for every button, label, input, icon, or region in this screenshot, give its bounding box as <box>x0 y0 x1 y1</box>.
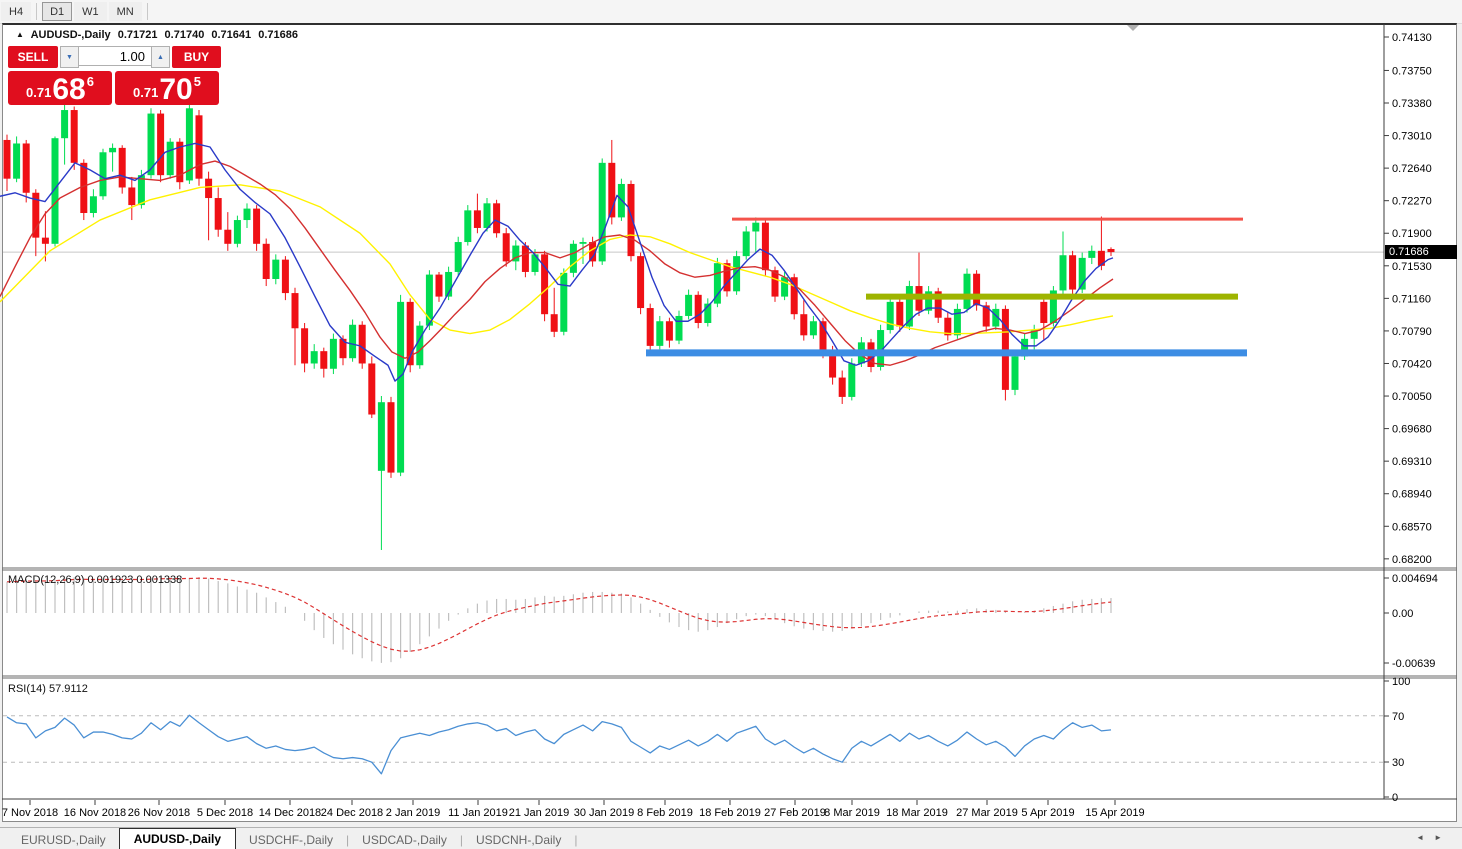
bid-price-tag: 0.71686 <box>1385 245 1457 259</box>
svg-text:8 Mar 2019: 8 Mar 2019 <box>824 807 880 819</box>
svg-text:30 Jan 2019: 30 Jan 2019 <box>574 807 635 819</box>
date-axis[interactable]: 7 Nov 2018 16 Nov 2018 26 Nov 2018 5 Dec 20… <box>2 800 1145 819</box>
svg-text:0.69310: 0.69310 <box>1392 456 1432 468</box>
svg-text:26 Nov 2018: 26 Nov 2018 <box>128 807 190 819</box>
svg-text:0.70790: 0.70790 <box>1392 326 1432 338</box>
svg-text:0.73750: 0.73750 <box>1392 65 1432 77</box>
ohlc-low: 0.71641 <box>211 29 252 41</box>
rsi-pane <box>3 715 1384 763</box>
volume-up-button[interactable]: ▲ <box>151 46 170 68</box>
svg-text:11 Jan 2019: 11 Jan 2019 <box>448 807 508 819</box>
svg-text:0.72270: 0.72270 <box>1392 196 1432 208</box>
volume-input[interactable] <box>79 46 151 66</box>
svg-text:18 Feb 2019: 18 Feb 2019 <box>699 807 761 819</box>
svg-text:27 Mar 2019: 27 Mar 2019 <box>956 807 1018 819</box>
sell-price-sup: 6 <box>86 74 94 89</box>
sell-price-prefix: 0.71 <box>26 85 52 100</box>
svg-text:0.73010: 0.73010 <box>1392 131 1432 143</box>
tab-usdchf[interactable]: USDCHF-,Daily <box>236 830 346 849</box>
price-axis[interactable]: 0.74130 0.73750 0.73380 0.73010 0.72640 0.722… <box>1384 32 1432 566</box>
svg-text:0.70420: 0.70420 <box>1392 358 1432 370</box>
ohlc-open: 0.71721 <box>117 29 158 41</box>
svg-text:0.71900: 0.71900 <box>1392 228 1432 240</box>
tab-scroll-left-icon[interactable]: ◄ <box>1416 833 1434 842</box>
svg-text:0.73380: 0.73380 <box>1392 98 1432 110</box>
buy-price-box[interactable]: 0.71 70 5 <box>115 71 219 105</box>
svg-text:14 Dec 2018: 14 Dec 2018 <box>259 807 321 819</box>
tab-usdcad[interactable]: USDCAD-,Daily <box>349 830 460 849</box>
svg-text:0.00: 0.00 <box>1392 608 1413 620</box>
volume-stepper: ▼ ▲ <box>60 46 170 68</box>
rsi-indicator-label: RSI(14) 57.9112 <box>8 683 88 695</box>
sell-price-big: 68 <box>52 73 86 106</box>
sell-button[interactable]: SELL <box>8 46 58 68</box>
svg-text:15 Apr 2019: 15 Apr 2019 <box>1085 807 1144 819</box>
volume-down-button[interactable]: ▼ <box>60 46 79 68</box>
svg-text:21 Jan 2019: 21 Jan 2019 <box>509 807 570 819</box>
macd-indicator-label: MACD(12,26,9) 0.001923 0.001338 <box>8 574 183 586</box>
svg-text:2 Jan 2019: 2 Jan 2019 <box>386 807 440 819</box>
svg-text:18 Mar 2019: 18 Mar 2019 <box>886 807 948 819</box>
svg-text:0.68570: 0.68570 <box>1392 521 1432 533</box>
svg-text:8 Feb 2019: 8 Feb 2019 <box>637 807 693 819</box>
rsi-line <box>6 714 1112 775</box>
svg-text:24 Dec 2018: 24 Dec 2018 <box>321 807 383 819</box>
sell-price-box[interactable]: 0.71 68 6 <box>8 71 112 105</box>
svg-text:0.68940: 0.68940 <box>1392 489 1432 501</box>
svg-text:30: 30 <box>1392 757 1404 769</box>
mt4-window: H4 D1 W1 MN 0.74130 0.73750 0.73380 0.73010… <box>0 0 1462 849</box>
macd-histogram <box>6 577 1112 663</box>
pane-frame <box>2 24 1457 800</box>
svg-text:0.68200: 0.68200 <box>1392 554 1432 566</box>
svg-text:0.72640: 0.72640 <box>1392 163 1432 175</box>
svg-text:100: 100 <box>1392 676 1410 688</box>
price-chart-canvas[interactable]: 0.74130 0.73750 0.73380 0.73010 0.72640 0.722… <box>0 0 1462 849</box>
collapse-triangle-icon[interactable]: ▲ <box>16 30 24 39</box>
chart-tab-bar: EURUSD-,Daily AUDUSD-,Daily USDCHF-,Dail… <box>0 827 1462 849</box>
buy-price-sup: 5 <box>193 74 201 89</box>
indicator-axis[interactable]: 0.004694 0.00 -0.00639 100 70 30 0 <box>1384 573 1438 804</box>
svg-text:0.004694: 0.004694 <box>1392 573 1438 585</box>
svg-text:0.74130: 0.74130 <box>1392 32 1432 44</box>
tab-audusd[interactable]: AUDUSD-,Daily <box>118 828 237 849</box>
svg-text:27 Feb 2019: 27 Feb 2019 <box>764 807 826 819</box>
svg-text:0.69680: 0.69680 <box>1392 424 1432 436</box>
tab-usdcnh[interactable]: USDCNH-,Daily <box>463 830 574 849</box>
buy-price-big: 70 <box>159 73 193 106</box>
tab-scroll-right-icon[interactable]: ► <box>1434 833 1452 842</box>
svg-text:5 Dec 2018: 5 Dec 2018 <box>197 807 253 819</box>
one-click-trade-panel: SELL ▼ ▲ BUY 0.71 68 6 0.71 70 5 <box>8 46 225 105</box>
svg-text:70: 70 <box>1392 711 1404 723</box>
svg-text:0.71160: 0.71160 <box>1392 293 1431 305</box>
svg-text:0: 0 <box>1392 792 1398 804</box>
buy-price-prefix: 0.71 <box>133 85 159 100</box>
svg-text:16 Nov 2018: 16 Nov 2018 <box>64 807 126 819</box>
svg-text:-0.00639: -0.00639 <box>1392 658 1435 670</box>
chart-title: ▲ AUDUSD-,Daily 0.71721 0.71740 0.71641 … <box>16 29 302 41</box>
ohlc-close: 0.71686 <box>258 29 298 41</box>
chart-shift-marker-icon <box>1127 25 1139 31</box>
macd-signal-line <box>6 577 1112 652</box>
candlestick-layer <box>3 101 1115 551</box>
tab-separator: | <box>574 833 578 847</box>
ohlc-high: 0.71740 <box>164 29 205 41</box>
svg-text:0.70050: 0.70050 <box>1392 391 1432 403</box>
svg-text:7 Nov 2018: 7 Nov 2018 <box>2 807 58 819</box>
buy-button[interactable]: BUY <box>172 46 221 68</box>
tab-eurusd[interactable]: EURUSD-,Daily <box>8 830 119 849</box>
symbol-name: AUDUSD-,Daily <box>30 29 111 41</box>
svg-text:0.71530: 0.71530 <box>1392 261 1432 273</box>
svg-text:5 Apr 2019: 5 Apr 2019 <box>1021 807 1074 819</box>
